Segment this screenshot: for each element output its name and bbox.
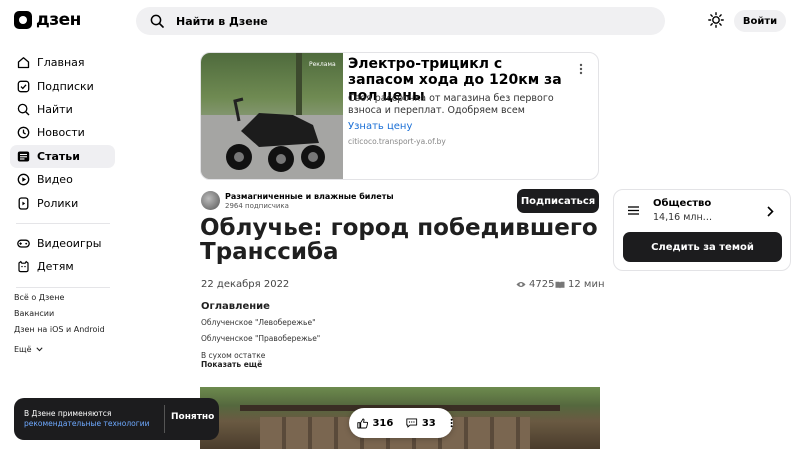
ad-cta-link[interactable]: Узнать цену (348, 121, 412, 132)
sidebar-item-label: Статьи (37, 149, 80, 163)
list-icon (628, 206, 639, 215)
shorts-icon (18, 196, 29, 210)
home-icon (17, 57, 30, 69)
video-icon (17, 173, 30, 186)
article-views: 4725 (516, 279, 554, 290)
chevron-right-icon[interactable] (767, 206, 774, 217)
book-icon (555, 281, 565, 288)
ad-tag: Реклама (309, 61, 336, 68)
cookie-accept-button[interactable]: Понятно (171, 412, 214, 422)
like-icon[interactable] (357, 417, 369, 430)
cookie-toast-link[interactable]: рекомендательные технологии (24, 419, 164, 429)
cookie-toast-message: В Дзене применяются (24, 409, 112, 418)
sidebar-item-articles[interactable]: Статьи (10, 144, 115, 168)
subscribe-button[interactable]: Подписаться (517, 189, 599, 213)
eye-icon (516, 282, 526, 287)
dzen-logo-icon (14, 11, 32, 29)
footer-link-apps[interactable]: Дзен на iOS и Android (14, 325, 105, 341)
ad-domain: citicoco.transport-ya.of.by (348, 137, 446, 146)
dzen-logo[interactable]: дзен (14, 10, 81, 30)
sidebar-divider (16, 222, 110, 224)
topic-title[interactable]: Общество (653, 198, 711, 209)
topic-widget: Общество 14,16 млн… Следить за темой (613, 189, 791, 271)
reactions-bar: 316 33 (349, 408, 453, 438)
search-icon (17, 103, 30, 116)
sidebar-item-shorts[interactable]: Ролики (10, 191, 115, 214)
channel-subscribers: 2964 подписчика (225, 202, 289, 210)
read-time-value: 12 мин (568, 279, 605, 290)
tricycle-image (201, 53, 343, 179)
sidebar-nav: Главная Подписки Найти Новости Статьи Ви… (10, 51, 115, 296)
news-icon (17, 127, 30, 139)
sidebar-item-video[interactable]: Видео (10, 168, 115, 191)
sidebar-item-kids[interactable]: Детям (10, 255, 115, 278)
sidebar-item-label: Ролики (37, 196, 79, 210)
topic-count: 14,16 млн… (653, 212, 713, 223)
sidebar-item-label: Видео (37, 173, 73, 187)
sidebar-item-subscriptions[interactable]: Подписки (10, 74, 115, 97)
sidebar-item-label: Детям (37, 260, 74, 274)
logo-text: дзен (36, 10, 81, 30)
theme-toggle-icon[interactable] (708, 12, 724, 28)
sidebar-item-news[interactable]: Новости (10, 121, 115, 144)
cookie-toast-divider (164, 405, 165, 433)
sidebar-item-label: Главная (37, 56, 85, 70)
sidebar-item-search[interactable]: Найти (10, 98, 115, 121)
ad-description: Своя рассрочка от магазина без первого в… (348, 93, 554, 116)
sidebar-item-label: Подписки (37, 79, 94, 93)
search-icon (150, 14, 164, 28)
views-count: 4725 (529, 279, 555, 290)
sidebar-divider (16, 286, 110, 288)
sidebar-item-label: Найти (37, 102, 73, 116)
toc-show-more[interactable]: Показать ещё (201, 360, 262, 369)
sidebar-item-videogames[interactable]: Видеоигры (10, 232, 115, 255)
subscriptions-icon (17, 80, 30, 92)
comments-count: 33 (421, 417, 436, 429)
sidebar-item-home[interactable]: Главная (10, 51, 115, 74)
sidebar-footer-links: Всё о Дзене Вакансии Дзен на iOS и Andro… (14, 293, 105, 358)
follow-topic-button[interactable]: Следить за темой (623, 232, 782, 262)
ad-image: Реклама (201, 53, 343, 179)
search-input[interactable] (176, 14, 636, 28)
cookie-toast-text: В Дзене применяются рекомендательные тех… (24, 409, 164, 429)
gamepad-icon (17, 239, 30, 248)
more-options-icon[interactable] (579, 63, 583, 75)
footer-link-vacancies[interactable]: Вакансии (14, 309, 105, 325)
channel-name[interactable]: Размагниченные и влажные билеты (225, 192, 394, 201)
sidebar-item-label: Видеоигры (37, 236, 102, 250)
cookie-toast: В Дзене применяются рекомендательные тех… (14, 398, 219, 440)
ad-card[interactable]: Реклама Электро-трицикл с запасом хода д… (200, 52, 599, 180)
footer-link-about[interactable]: Всё о Дзене (14, 293, 105, 309)
more-options-icon[interactable] (450, 417, 453, 429)
article-date: 22 декабря 2022 (201, 279, 290, 290)
article-title: Облучье: город победившего Транссиба (200, 215, 598, 265)
likes-count: 316 (372, 417, 394, 429)
footer-link-more[interactable]: Ещё (14, 342, 105, 358)
toc-item[interactable]: Облученское "Левобережье" (201, 318, 320, 334)
search-bar[interactable] (136, 7, 665, 35)
articles-icon (17, 151, 30, 162)
footer-more-label: Ещё (14, 344, 32, 354)
comment-icon[interactable] (406, 417, 418, 429)
article-read-time: 12 мин (555, 279, 604, 290)
toc-title: Оглавление (201, 301, 270, 312)
sidebar-item-label: Новости (37, 126, 85, 140)
toc-item[interactable]: Облученское "Правобережье" (201, 334, 320, 350)
chevron-down-icon (35, 347, 43, 352)
login-button[interactable]: Войти (734, 10, 786, 32)
channel-avatar[interactable] (201, 191, 220, 210)
kids-icon (18, 261, 29, 273)
